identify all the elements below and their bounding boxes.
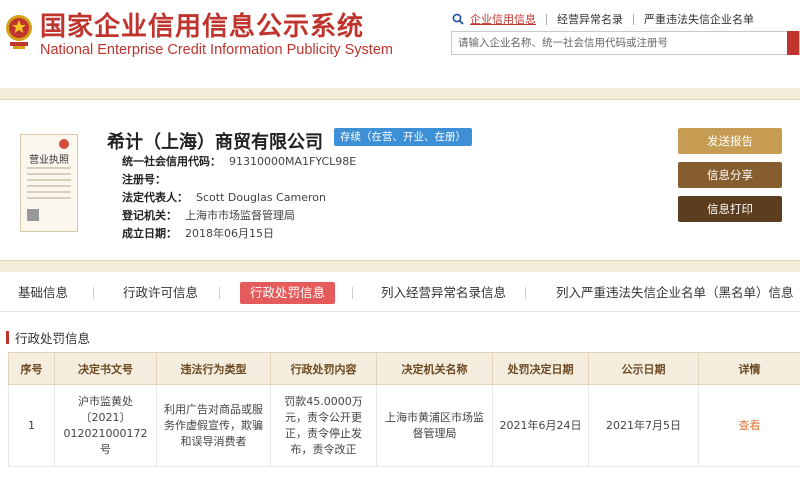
section-marker <box>6 330 9 344</box>
print-info-button[interactable]: 信息打印 <box>678 196 782 222</box>
col-header: 详情 <box>698 352 800 385</box>
info-authority: 登记机关： 上海市市场监督管理局 <box>122 207 295 223</box>
mid-divider-band <box>0 260 800 272</box>
search-input[interactable] <box>452 32 788 54</box>
tab-abnormal-list[interactable]: 列入经营异常名录信息 <box>381 282 506 304</box>
info-value: 91310000MA1FYCL98E <box>229 155 357 168</box>
top-divider-band <box>0 88 800 100</box>
nav-divider <box>633 13 634 25</box>
nav-blacklist[interactable]: 严重违法失信企业名单 <box>644 11 754 27</box>
col-header: 处罚决定日期 <box>492 352 589 385</box>
col-header: 决定书文号 <box>54 352 157 385</box>
search-button[interactable] <box>787 31 799 55</box>
col-header: 违法行为类型 <box>156 352 271 385</box>
tab-divider <box>219 287 220 299</box>
tab-divider <box>352 287 353 299</box>
info-tabs: 基础信息 行政许可信息 行政处罚信息 列入经营异常名录信息 列入严重违法失信企业… <box>0 272 800 312</box>
info-credit-code: 统一社会信用代码： 91310000MA1FYCL98E <box>122 153 356 169</box>
search-icon <box>452 13 464 25</box>
col-header: 决定机关名称 <box>376 352 493 385</box>
penalty-table: 序号 决定书文号 违法行为类型 行政处罚内容 决定机关名称 处罚决定日期 公示日… <box>8 352 800 467</box>
info-value: 上海市市场监督管理局 <box>185 209 295 222</box>
col-header: 行政处罚内容 <box>270 352 377 385</box>
section-title-text: 行政处罚信息 <box>15 330 91 346</box>
site-header: 国家企业信用信息公示系统 National Enterprise Credit … <box>0 0 800 72</box>
info-label: 法定代表人： <box>122 191 188 204</box>
license-text-lines <box>27 167 71 203</box>
cell-decision-date: 2021年6月24日 <box>492 384 589 467</box>
business-license-thumbnail[interactable]: 营业执照 <box>20 134 78 232</box>
national-emblem-icon <box>6 15 32 49</box>
tab-admin-license[interactable]: 行政许可信息 <box>123 282 198 304</box>
table-row: 1 沪市监黄处〔2021〕012021000172号 利用广告对商品或服务作虚假… <box>8 384 800 467</box>
cell-penalty: 罚款45.0000万元，责令公开更正，责令停止发布，责令改正 <box>270 384 377 467</box>
license-qr-icon <box>27 209 39 221</box>
info-value: Scott Douglas Cameron <box>196 191 326 204</box>
nav-abnormal-list[interactable]: 经营异常名录 <box>557 11 623 27</box>
cell-authority: 上海市黄浦区市场监督管理局 <box>376 384 493 467</box>
info-label: 登记机关： <box>122 209 177 222</box>
status-badge: 存续（在营、开业、在册） <box>334 128 472 146</box>
tab-divider <box>93 287 94 299</box>
info-legal-rep: 法定代表人： Scott Douglas Cameron <box>122 189 326 205</box>
table-header-row: 序号 决定书文号 违法行为类型 行政处罚内容 决定机关名称 处罚决定日期 公示日… <box>8 352 800 385</box>
info-label: 成立日期： <box>122 227 177 240</box>
cell-index: 1 <box>8 384 55 467</box>
cell-publish-date: 2021年7月5日 <box>588 384 699 467</box>
site-title-cn: 国家企业信用信息公示系统 <box>40 12 365 42</box>
info-reg-no: 注册号： <box>122 171 174 187</box>
send-report-button[interactable]: 发送报告 <box>678 128 782 154</box>
top-nav: 企业信用信息 经营异常名录 严重违法失信企业名单 <box>452 11 754 27</box>
tab-basic-info[interactable]: 基础信息 <box>18 282 68 304</box>
cell-violation: 利用广告对商品或服务作虚假宣传，欺骗和误导消费者 <box>156 384 271 467</box>
tab-blacklist[interactable]: 列入严重违法失信企业名单（黑名单）信息 <box>556 282 794 304</box>
license-title: 营业执照 <box>29 155 69 166</box>
info-label: 注册号： <box>122 173 166 186</box>
view-detail-link[interactable]: 查看 <box>698 384 800 467</box>
col-header: 公示日期 <box>588 352 699 385</box>
search-box <box>451 31 800 55</box>
share-info-button[interactable]: 信息分享 <box>678 162 782 188</box>
license-seal-icon <box>59 139 69 149</box>
tab-admin-penalty[interactable]: 行政处罚信息 <box>240 282 336 304</box>
site-title-en: National Enterprise Credit Information P… <box>40 42 393 58</box>
tab-divider <box>525 287 526 299</box>
nav-enterprise-credit[interactable]: 企业信用信息 <box>470 11 536 27</box>
info-founded-date: 成立日期： 2018年06月15日 <box>122 225 274 241</box>
cell-doc-no: 沪市监黄处〔2021〕012021000172号 <box>54 384 157 467</box>
section-title: 行政处罚信息 <box>6 329 91 346</box>
nav-divider <box>546 13 547 25</box>
company-name: 希计（上海）商贸有限公司 <box>107 132 323 153</box>
col-header: 序号 <box>8 352 55 385</box>
info-value: 2018年06月15日 <box>185 227 274 240</box>
info-label: 统一社会信用代码： <box>122 155 221 168</box>
